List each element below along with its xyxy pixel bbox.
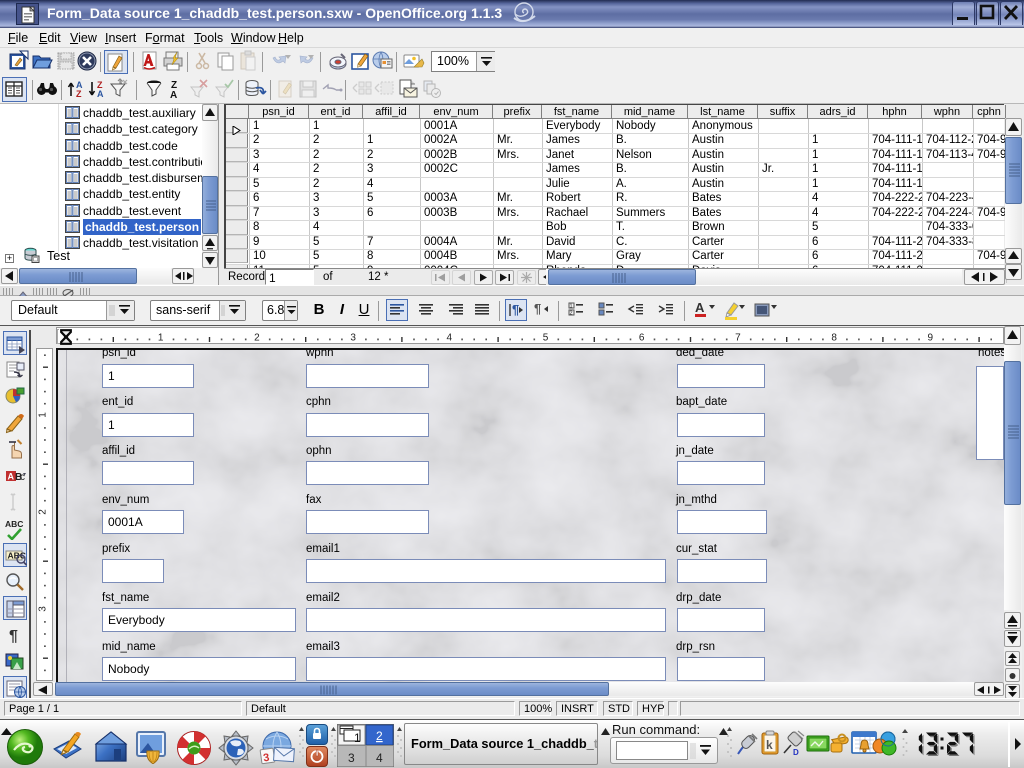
- svg-text:A: A: [97, 89, 104, 99]
- svg-text:6: 6: [639, 333, 645, 344]
- svg-text:4: 4: [376, 751, 383, 765]
- svg-text:1: 1: [158, 333, 164, 344]
- svg-text:2: 2: [254, 333, 260, 344]
- svg-text:1: 1: [38, 412, 49, 418]
- svg-text:ABC: ABC: [5, 519, 23, 529]
- svg-text:2: 2: [376, 729, 383, 743]
- svg-text:2: 2: [38, 509, 49, 515]
- svg-text:A: A: [8, 471, 15, 481]
- svg-text:D: D: [793, 748, 799, 757]
- svg-text:4: 4: [447, 333, 453, 344]
- svg-text:1: 1: [570, 303, 573, 309]
- svg-text:1: 1: [354, 731, 361, 745]
- svg-text:A: A: [170, 90, 177, 100]
- svg-text:k: k: [766, 738, 773, 752]
- svg-text:5: 5: [543, 333, 549, 344]
- svg-text:8: 8: [831, 333, 837, 344]
- svg-text:¶: ¶: [534, 301, 541, 316]
- svg-text:2: 2: [570, 310, 573, 316]
- svg-text:3: 3: [350, 333, 356, 344]
- svg-text:9: 9: [928, 333, 934, 344]
- svg-text:¶: ¶: [512, 302, 519, 317]
- svg-text:7: 7: [735, 333, 741, 344]
- svg-text:3: 3: [38, 606, 49, 612]
- svg-text:3: 3: [348, 751, 355, 765]
- svg-text:¶: ¶: [9, 628, 18, 645]
- svg-text:A: A: [695, 300, 705, 315]
- svg-text:Z: Z: [76, 89, 82, 99]
